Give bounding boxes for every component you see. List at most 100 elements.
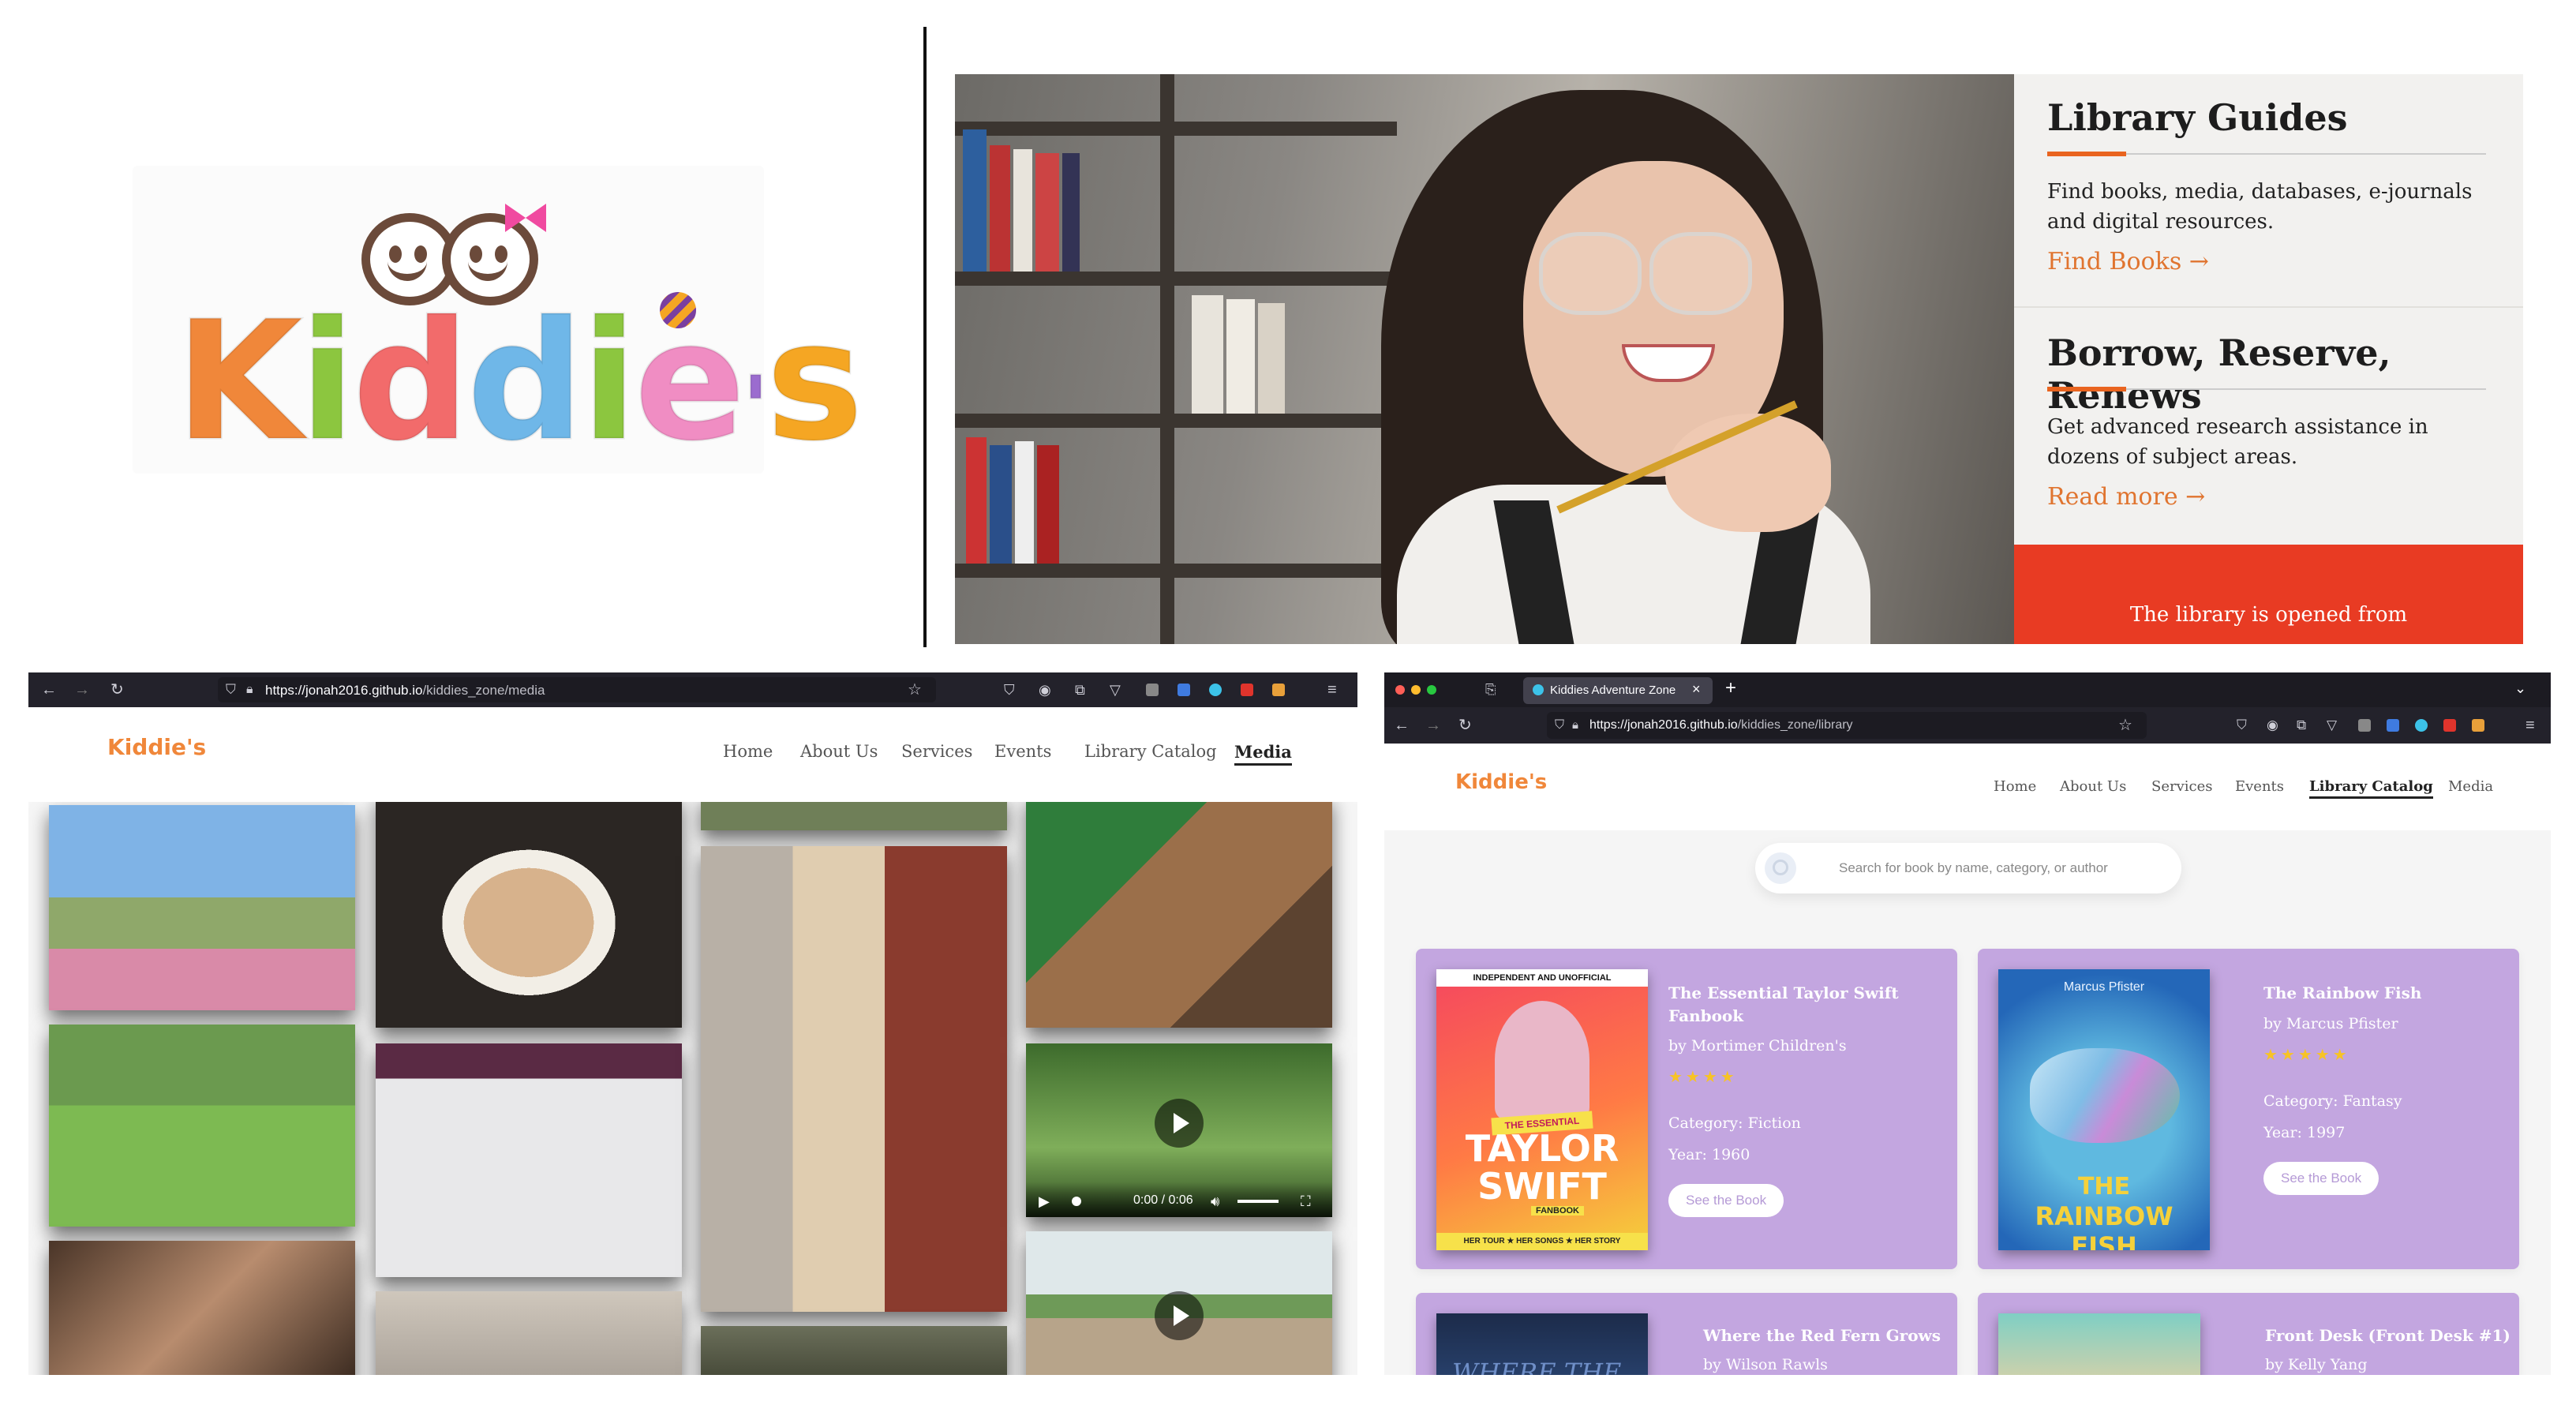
search-icon[interactable]	[1765, 852, 1796, 884]
gallery-photo-classroom[interactable]	[376, 1291, 682, 1375]
volume-icon[interactable]: 🔊︎	[1211, 1193, 1219, 1209]
nav-services[interactable]: Services	[901, 742, 972, 761]
find-books-link[interactable]: Find Books →	[2047, 248, 2209, 275]
extension-icon[interactable]	[1241, 684, 1253, 696]
gallery-video-beach[interactable]	[1026, 1231, 1332, 1375]
tab-close-icon[interactable]: ×	[1692, 681, 1701, 698]
tab-overview-icon[interactable]: ⎘	[1485, 682, 1496, 698]
gallery-video-park[interactable]: ▶ 0:00 / 0:06 🔊︎ ⛶	[1026, 1043, 1332, 1217]
logo-letter-e: e	[633, 287, 747, 478]
logo-panel: Kiddie's	[0, 0, 925, 647]
book-cover-taylor-swift[interactable]: INDEPENDENT AND UNOFFICIAL THE ESSENTIAL…	[1436, 969, 1648, 1250]
guide-description: Find books, media, databases, e-journals…	[2047, 180, 2473, 234]
chevron-down-icon[interactable]: ⌄	[2514, 680, 2526, 697]
forward-arrow-icon[interactable]: →	[1425, 717, 1441, 733]
extension-icon[interactable]	[1146, 684, 1159, 696]
logo-letter-s: s	[765, 287, 865, 478]
gallery-photo-birthday-cake[interactable]	[376, 802, 682, 1028]
see-the-book-button[interactable]: See the Book	[2263, 1162, 2379, 1195]
book-search-box[interactable]: Search for book by name, category, or au…	[1755, 843, 2181, 893]
back-arrow-icon[interactable]: ←	[41, 682, 57, 698]
new-tab-icon[interactable]: +	[1725, 677, 1736, 699]
extensions-icon[interactable]: ⧉	[2297, 717, 2306, 733]
hero-photo-woman-bookshelf	[955, 74, 2014, 644]
bookmark-star-icon[interactable]: ☆	[2118, 717, 2132, 733]
video-time: 0:00 / 0:06	[1133, 1193, 1193, 1207]
nav-library-catalog[interactable]: Library Catalog	[2309, 778, 2433, 799]
gallery-photo-party-hats[interactable]	[49, 805, 355, 1010]
nav-events[interactable]: Events	[994, 742, 1051, 761]
nav-media[interactable]: Media	[1234, 742, 1292, 766]
reload-icon[interactable]: ↻	[1458, 717, 1472, 733]
logo-letter-i2: i	[580, 287, 638, 478]
react-devtools-icon[interactable]	[1209, 684, 1222, 696]
gallery-photo-forest[interactable]	[701, 1326, 1007, 1375]
nav-home[interactable]: Home	[1994, 778, 2036, 795]
window-minimize-button[interactable]	[1411, 685, 1421, 695]
vue-devtools-icon[interactable]: ▽	[1110, 682, 1121, 698]
book-author: by Wilson Rawls	[1703, 1356, 1828, 1373]
account-icon[interactable]: ◉	[2267, 717, 2278, 733]
window-zoom-button[interactable]	[1427, 685, 1436, 695]
book-author: by Mortimer Children's	[1668, 1037, 1847, 1054]
nav-media[interactable]: Media	[2448, 778, 2493, 795]
extension-icon[interactable]	[2387, 719, 2399, 732]
bookmark-star-icon[interactable]: ☆	[908, 682, 922, 698]
glasses-left	[1539, 232, 1642, 315]
back-arrow-icon[interactable]: ←	[1394, 717, 1410, 733]
extension-icon[interactable]	[2358, 719, 2371, 732]
browser-tabstrip: ⎘ Kiddies Adventure Zone × + ⌄	[1384, 672, 2551, 707]
account-icon[interactable]: ◉	[1039, 682, 1051, 698]
gallery-photo-kids-playing-outdoors[interactable]	[49, 1025, 355, 1227]
extensions-icon[interactable]: ⧉	[1075, 682, 1085, 698]
url-bar[interactable]: ⛉ 🔒︎ https://jonah2016.github.io/kiddies…	[1547, 712, 2147, 739]
forward-arrow-icon[interactable]: →	[74, 682, 90, 698]
volume-slider[interactable]	[1237, 1200, 1279, 1203]
gallery-photo-grass[interactable]	[701, 802, 1007, 830]
gallery-photo-birthday-candles[interactable]	[1026, 802, 1332, 1028]
nav-home[interactable]: Home	[723, 742, 773, 761]
extension-icon[interactable]	[2443, 719, 2456, 732]
nav-about-us[interactable]: About Us	[2060, 778, 2126, 795]
book-cover-front-desk[interactable]	[1998, 1313, 2200, 1375]
react-devtools-icon[interactable]	[2415, 719, 2428, 732]
book-category: Category: Fantasy	[2263, 1092, 2402, 1110]
menu-icon[interactable]: ≡	[1327, 682, 1337, 698]
gallery-photo-costume-party[interactable]	[701, 846, 1007, 1312]
site-logo[interactable]: Kiddie's	[107, 734, 206, 760]
vue-devtools-icon[interactable]: ▽	[2327, 717, 2337, 733]
reload-icon[interactable]: ↻	[110, 682, 124, 698]
pocket-icon[interactable]: ⛉	[1004, 682, 1015, 698]
nav-events[interactable]: Events	[2235, 778, 2284, 795]
nav-services[interactable]: Services	[2151, 778, 2212, 795]
extension-icon[interactable]	[2472, 719, 2484, 732]
see-the-book-button[interactable]: See the Book	[1668, 1184, 1784, 1217]
opening-hours-banner	[2014, 545, 2523, 644]
nav-library-catalog[interactable]: Library Catalog	[1084, 742, 1217, 761]
extension-icon[interactable]	[1178, 684, 1190, 696]
pocket-icon[interactable]: ⛉	[2237, 717, 2247, 733]
shield-icon[interactable]: ⛉	[1555, 717, 1564, 733]
play-icon[interactable]: ▶	[1039, 1193, 1050, 1209]
book-cover-rainbow-fish[interactable]: Marcus Pfister THE RAINBOW FISH	[1998, 969, 2210, 1250]
cover-title-line1: THE	[2077, 1173, 2131, 1201]
menu-icon[interactable]: ≡	[2525, 717, 2535, 733]
extension-icon[interactable]	[1272, 684, 1285, 696]
video-scrubber[interactable]	[1072, 1197, 1081, 1206]
video-play-overlay-icon[interactable]	[1155, 1099, 1204, 1148]
window-close-button[interactable]	[1395, 685, 1405, 695]
book-cover-where-the-red-fern-grows[interactable]: WHERE THE	[1436, 1313, 1648, 1375]
search-input[interactable]: Search for book by name, category, or au…	[1839, 860, 2108, 876]
read-more-link[interactable]: Read more →	[2047, 483, 2205, 511]
gallery-photo-kids-group[interactable]	[49, 1241, 355, 1375]
url-bar[interactable]: ⛉ 🔒︎ https://jonah2016.github.io/kiddies…	[218, 677, 936, 702]
url-path: /kiddies_zone/media	[422, 683, 545, 698]
gallery-photo-climbing-wall[interactable]	[376, 1043, 682, 1277]
shield-icon[interactable]: ⛉	[226, 682, 236, 698]
video-play-overlay-icon[interactable]	[1155, 1291, 1204, 1340]
nav-about-us[interactable]: About Us	[800, 742, 878, 761]
guide-accent	[2047, 387, 2126, 391]
site-logo[interactable]: Kiddie's	[1455, 770, 1547, 794]
tab-kiddies-adventure-zone[interactable]: Kiddies Adventure Zone ×	[1523, 677, 1713, 704]
fullscreen-icon[interactable]: ⛶	[1301, 1193, 1311, 1209]
